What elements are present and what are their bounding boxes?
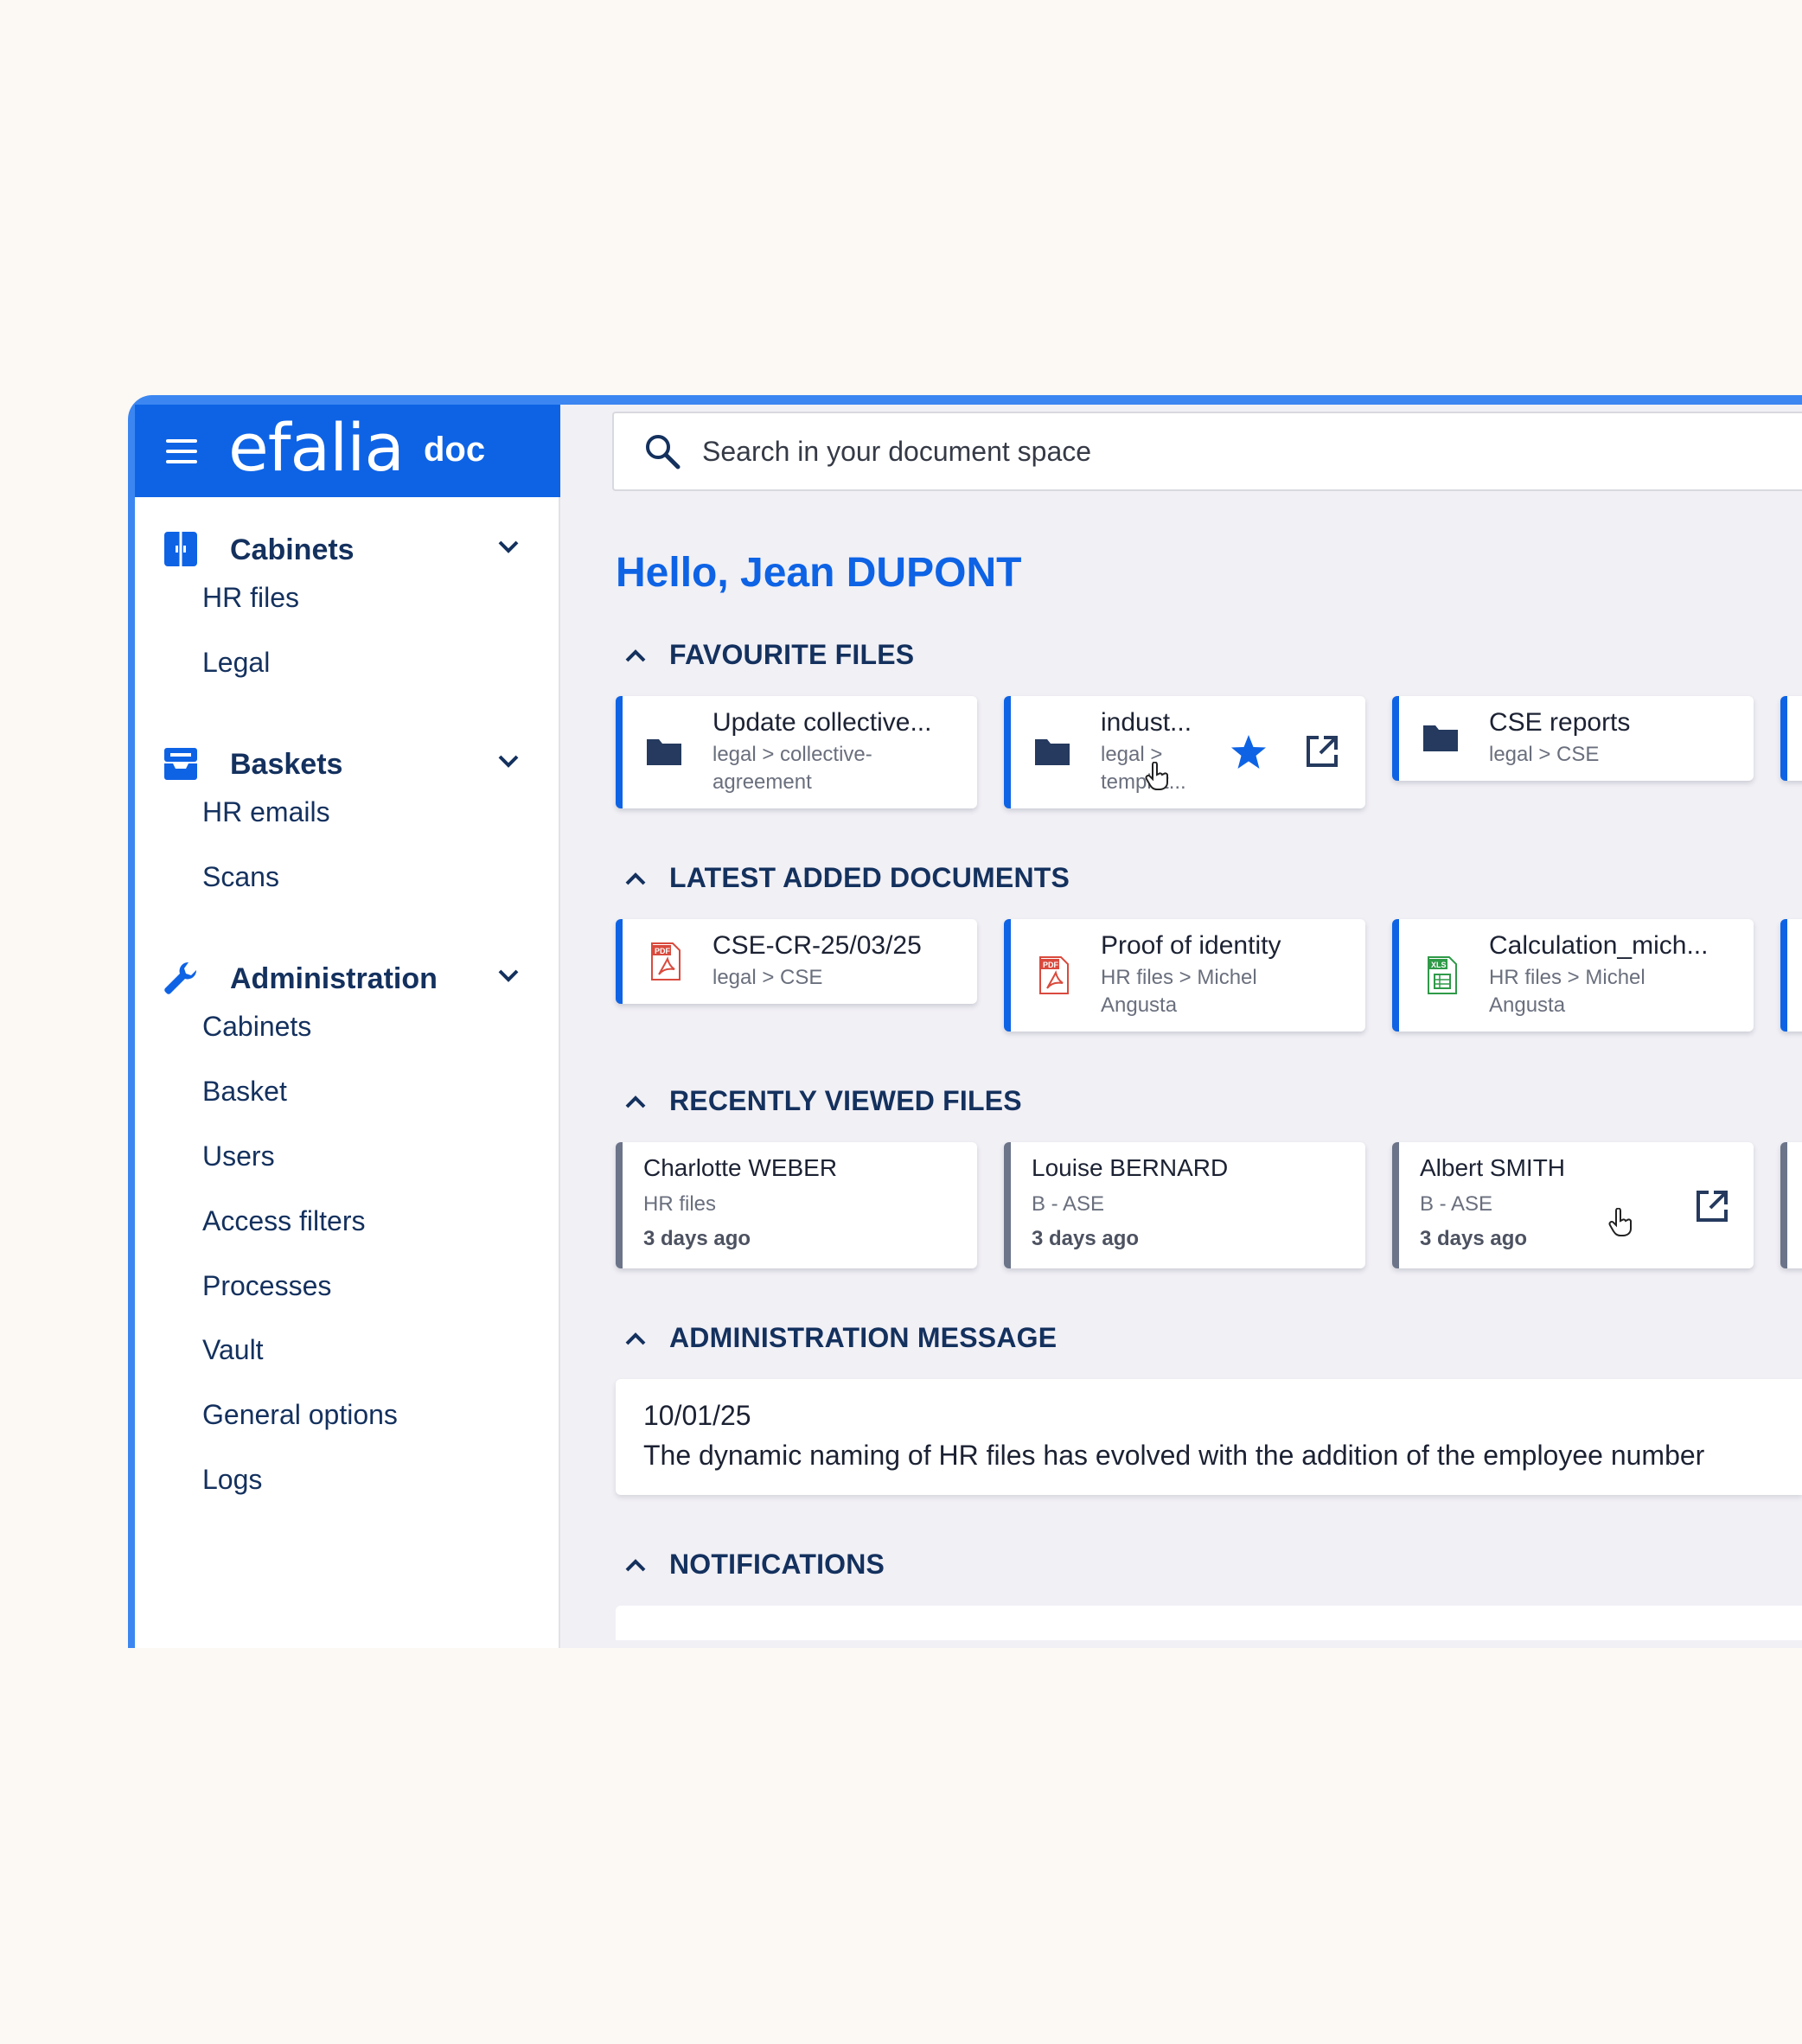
card-title: Albert SMITH [1420, 1154, 1566, 1181]
card-path: HR files [643, 1192, 717, 1216]
svg-text:XLS: XLS [1431, 961, 1447, 969]
sidebar-section-administration[interactable]: Administration [135, 952, 559, 1004]
chevron-down-icon[interactable] [496, 539, 521, 556]
greeting: Hello, Jean DUPONT [616, 550, 1022, 596]
pdf-file-icon: PDF [651, 942, 681, 980]
star-filled-icon[interactable] [1229, 732, 1268, 772]
card-title: Louise BERNARD [1032, 1154, 1229, 1181]
sidebar-section-cabinets[interactable]: Cabinets [135, 523, 559, 575]
chevron-up-icon[interactable] [624, 648, 647, 663]
document-card[interactable]: XLS Calculation_mich... HR files > Miche… [1392, 919, 1754, 1032]
section-title: ADMINISTRATION MESSAGE [669, 1322, 1058, 1353]
card-path: legal > CSE [1489, 743, 1600, 766]
main-content: Hello, Jean DUPONT FAVOURITE FILES Updat… [560, 497, 1802, 1648]
app-window: efalia doc Cabi [128, 395, 1802, 1648]
favourite-card[interactable]: Update collective... legal > collective-… [616, 696, 977, 808]
document-card[interactable]: PDF Proof of identity HR files > Michel A… [1004, 919, 1365, 1032]
sidebar-item-scans[interactable]: Scans [202, 858, 279, 896]
sidebar-item-legal[interactable]: Legal [202, 643, 270, 681]
card-path: HR files > Michel Angusta [1489, 966, 1645, 1017]
chevron-up-icon[interactable] [624, 1094, 647, 1109]
sidebar-section-baskets[interactable]: Baskets [135, 738, 559, 789]
message-body: The dynamic naming of HR files has evolv… [643, 1440, 1705, 1471]
chevron-up-icon[interactable] [624, 871, 647, 886]
sidebar-item-hr-files[interactable]: HR files [202, 578, 299, 616]
sidebar: Cabinets HR files Legal Baskets HR email… [135, 497, 560, 1648]
card-timestamp: 3 days ago [1032, 1227, 1140, 1250]
open-external-icon[interactable] [1695, 1189, 1729, 1223]
card-path: B - ASE [1420, 1192, 1493, 1216]
sidebar-item-access-filters[interactable]: Access filters [202, 1202, 365, 1240]
search-box[interactable] [612, 412, 1802, 491]
logo-wordmark[interactable]: efalia [228, 413, 405, 482]
open-external-icon[interactable] [1305, 734, 1339, 769]
sidebar-section-title: Baskets [230, 748, 343, 781]
search-icon [646, 435, 681, 469]
brand-bar: efalia doc [135, 405, 560, 497]
inbox-tray-icon [164, 748, 197, 780]
card-path: HR files > Michel Angusta [1101, 966, 1257, 1017]
card-timestamp: 3 days ago [643, 1227, 751, 1250]
section-title: FAVOURITE FILES [669, 639, 915, 670]
sidebar-item-processes[interactable]: Processes [202, 1267, 331, 1305]
logo-suffix: doc [424, 431, 486, 469]
favourite-card[interactable]: indust... legal > templat... [1004, 696, 1365, 808]
sidebar-item-users[interactable]: Users [202, 1137, 275, 1175]
pdf-file-icon: PDF [1039, 956, 1069, 994]
favourite-card-partial[interactable] [1780, 696, 1802, 781]
card-path: legal > CSE [712, 966, 823, 989]
search-input[interactable] [700, 431, 1482, 472]
chevron-up-icon[interactable] [624, 1557, 647, 1573]
recent-file-card[interactable]: Albert SMITH B - ASE 3 days ago [1392, 1142, 1754, 1268]
sidebar-section-title: Administration [230, 962, 438, 995]
app-surface: efalia doc Cabi [135, 405, 1802, 1648]
card-title: Proof of identity [1101, 931, 1281, 960]
document-card[interactable]: PDF CSE-CR-25/03/25 legal > CSE [616, 919, 977, 1004]
sidebar-item-vault[interactable]: Vault [202, 1331, 264, 1369]
hamburger-menu-icon[interactable] [166, 439, 197, 463]
hand-cursor-icon [1608, 1208, 1632, 1236]
card-timestamp: 3 days ago [1420, 1227, 1528, 1250]
section-title: LATEST ADDED DOCUMENTS [669, 862, 1070, 893]
sidebar-item-logs[interactable]: Logs [202, 1460, 262, 1498]
cabinet-icon [164, 532, 197, 566]
card-title: indust... [1101, 708, 1192, 737]
notifications-panel [616, 1606, 1802, 1640]
sidebar-item-general-options[interactable]: General options [202, 1396, 398, 1434]
card-path: legal > collective-agreement [712, 743, 872, 794]
chevron-down-icon[interactable] [496, 968, 521, 985]
section-title: NOTIFICATIONS [669, 1549, 885, 1580]
svg-text:PDF: PDF [1043, 961, 1059, 969]
card-title: Update collective... [712, 708, 932, 737]
admin-message-card: 10/01/25 The dynamic naming of HR files … [616, 1379, 1802, 1495]
sidebar-item-admin-basket[interactable]: Basket [202, 1072, 287, 1110]
folder-icon [1423, 725, 1458, 751]
hand-cursor-icon [1145, 762, 1168, 790]
svg-text:PDF: PDF [655, 947, 671, 955]
xls-file-icon: XLS [1428, 956, 1457, 994]
card-path: B - ASE [1032, 1192, 1105, 1216]
recent-file-card[interactable]: Louise BERNARD B - ASE 3 days ago [1004, 1142, 1365, 1268]
card-title: CSE reports [1489, 708, 1631, 737]
top-bar [560, 405, 1802, 497]
recent-file-card-partial[interactable] [1780, 1142, 1802, 1268]
card-title: Charlotte WEBER [643, 1154, 838, 1181]
sidebar-item-admin-cabinets[interactable]: Cabinets [202, 1007, 311, 1045]
chevron-up-icon[interactable] [624, 1331, 647, 1346]
recent-file-card[interactable]: Charlotte WEBER HR files 3 days ago [616, 1142, 977, 1268]
sidebar-item-hr-emails[interactable]: HR emails [202, 793, 330, 831]
sidebar-section-title: Cabinets [230, 533, 355, 566]
section-title: RECENTLY VIEWED FILES [669, 1085, 1022, 1116]
favourite-card[interactable]: CSE reports legal > CSE [1392, 696, 1754, 781]
card-title: CSE-CR-25/03/25 [712, 931, 922, 960]
card-path: legal > templat... [1101, 743, 1186, 794]
folder-icon [647, 739, 681, 765]
folder-icon [1035, 739, 1070, 765]
wrench-icon [164, 961, 197, 994]
card-title: Calculation_mich... [1489, 931, 1709, 960]
document-card-partial[interactable] [1780, 919, 1802, 1032]
chevron-down-icon[interactable] [496, 753, 521, 770]
message-date: 10/01/25 [643, 1400, 751, 1431]
